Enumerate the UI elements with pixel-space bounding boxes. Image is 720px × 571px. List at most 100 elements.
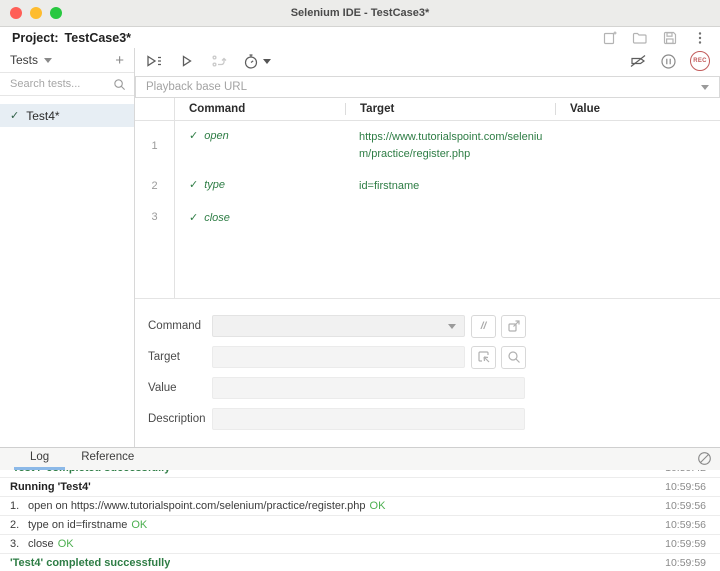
new-project-button[interactable] xyxy=(602,30,618,46)
folder-icon xyxy=(632,32,647,44)
value-cell xyxy=(555,203,720,232)
command-select[interactable] xyxy=(212,315,465,337)
run-all-tests-button[interactable] xyxy=(145,53,163,69)
clear-log-icon xyxy=(698,452,711,465)
log-panel: Log Reference 'Test4' completed successf… xyxy=(0,447,720,571)
log-timestamp: 10:59:56 xyxy=(665,500,706,512)
log-step-number: 2. xyxy=(10,519,20,531)
save-project-button[interactable] xyxy=(662,30,678,46)
toggle-comment-button[interactable]: // xyxy=(471,314,496,338)
log-entry: 1. open on https://www.tutorialspoint.co… xyxy=(0,497,720,516)
log-entry: Running 'Test4' 10:59:56 xyxy=(0,478,720,497)
log-ok-status: OK xyxy=(57,538,74,550)
command-passed-check-icon: ✓ xyxy=(189,179,199,191)
disable-breakpoints-button[interactable] xyxy=(629,53,647,69)
project-bar: Project: TestCase3* xyxy=(0,27,720,48)
test-list: ✓ Test4* xyxy=(0,104,134,127)
command-cell: open xyxy=(204,130,229,142)
playback-base-url-input[interactable] xyxy=(136,81,695,93)
test-item-test4[interactable]: ✓ Test4* xyxy=(0,104,134,127)
tests-dropdown[interactable]: Tests xyxy=(10,53,38,67)
row-number: 3 xyxy=(135,202,175,232)
target-field-label: Target xyxy=(148,351,180,363)
commands-table: 1 ✓ open https://www.tutorialspoint.com/s… xyxy=(135,121,720,299)
command-cell: type xyxy=(204,179,226,191)
value-column-header: Value xyxy=(555,103,720,115)
value-input[interactable] xyxy=(212,377,525,399)
select-target-button[interactable] xyxy=(471,345,496,369)
open-project-button[interactable] xyxy=(632,30,648,46)
comment-icon: // xyxy=(480,320,487,332)
test-name: Test4* xyxy=(26,108,60,123)
stopwatch-icon xyxy=(244,53,258,69)
search-icon xyxy=(507,351,520,363)
record-button[interactable]: REC xyxy=(690,51,710,71)
log-entry: 2. type on id=firstname OK 10:59:56 xyxy=(0,516,720,535)
description-input[interactable] xyxy=(212,408,525,430)
new-file-icon xyxy=(603,31,617,44)
test-passed-check-icon: ✓ xyxy=(10,110,20,122)
search-tests-input[interactable] xyxy=(10,78,113,90)
table-row[interactable]: 2 ✓ type id=firstname xyxy=(135,170,720,203)
target-cell xyxy=(345,203,555,232)
command-cell: close xyxy=(204,211,230,224)
log-timestamp: 10:59:56 xyxy=(665,481,706,493)
project-name: TestCase3* xyxy=(64,30,132,45)
chevron-down-icon xyxy=(263,58,271,64)
app-window: Selenium IDE - TestCase3* Project: TestC… xyxy=(0,0,720,571)
window-title: Selenium IDE - TestCase3* xyxy=(290,7,430,19)
log-panel-tabs: Log Reference xyxy=(0,448,720,470)
playback-toolbar: REC xyxy=(135,48,720,74)
step-over-button[interactable] xyxy=(211,53,227,69)
log-timestamp: 10:59:59 xyxy=(665,538,706,550)
table-empty-area xyxy=(135,231,720,298)
value-field-label: Value xyxy=(148,382,177,394)
playback-base-url xyxy=(135,76,720,98)
disable-breakpoints-icon xyxy=(630,55,646,67)
step-over-icon xyxy=(212,55,227,67)
chevron-down-icon[interactable] xyxy=(701,84,709,90)
command-column-header: Command xyxy=(189,103,246,115)
add-test-button[interactable]: + xyxy=(115,53,124,68)
target-column-header: Target xyxy=(345,103,555,115)
target-input[interactable] xyxy=(212,346,465,368)
external-window-icon xyxy=(507,320,520,332)
search-icon xyxy=(114,78,126,90)
row-number-header xyxy=(135,98,175,120)
commands-table-header: Command Target Value xyxy=(135,98,720,121)
clear-log-button[interactable] xyxy=(697,451,712,466)
tab-reference[interactable]: Reference xyxy=(65,448,150,470)
command-edit-form: Command // Target Value Description xyxy=(135,299,720,447)
table-row[interactable]: 1 ✓ open https://www.tutorialspoint.com/s… xyxy=(135,121,720,170)
log-entry: 'Test4' completed successfully 10:59:59 xyxy=(0,554,720,571)
titlebar: Selenium IDE - TestCase3* xyxy=(0,0,720,27)
chevron-down-icon[interactable] xyxy=(44,57,53,63)
save-icon xyxy=(663,31,677,44)
log-ok-status: OK xyxy=(131,519,148,531)
project-label: Project: xyxy=(12,30,59,45)
pause-icon xyxy=(661,53,676,69)
table-row[interactable]: 3 ✓ close xyxy=(135,202,720,232)
kebab-menu-icon xyxy=(698,31,702,44)
run-current-test-button[interactable] xyxy=(179,53,195,69)
command-passed-check-icon: ✓ xyxy=(189,211,199,224)
more-menu-button[interactable] xyxy=(692,30,708,46)
run-all-icon xyxy=(147,55,161,67)
command-field-label: Command xyxy=(148,320,202,332)
command-passed-check-icon: ✓ xyxy=(189,130,199,142)
log-entry: 3. close OK 10:59:59 xyxy=(0,535,720,554)
description-field-label: Description xyxy=(148,413,206,425)
target-cell: id=firstname xyxy=(359,180,420,192)
row-number: 1 xyxy=(135,121,175,170)
find-target-button[interactable] xyxy=(501,345,526,369)
log-step-number: 3. xyxy=(10,538,20,550)
log-ok-status: OK xyxy=(369,500,386,512)
log-timestamp: 10:59:56 xyxy=(665,519,706,531)
tests-sidebar: Tests + ✓ Test4* xyxy=(0,48,135,447)
open-in-new-window-button[interactable] xyxy=(501,314,526,338)
pause-on-exceptions-button[interactable] xyxy=(660,53,677,70)
element-selector-icon xyxy=(477,351,489,363)
tab-log[interactable]: Log xyxy=(14,448,66,470)
test-speed-button[interactable] xyxy=(243,53,271,70)
row-number: 2 xyxy=(135,170,175,203)
